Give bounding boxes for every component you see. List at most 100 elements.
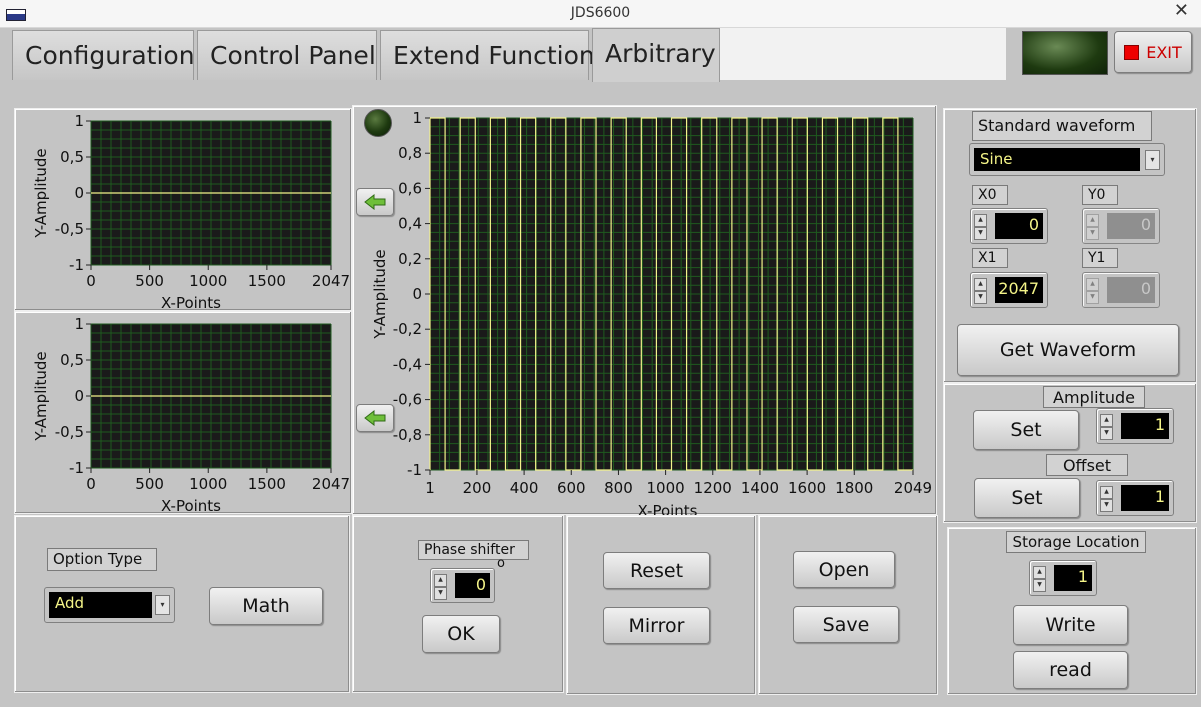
- x-tick-label: 600: [557, 479, 586, 497]
- option-type-select[interactable]: Add ▾: [44, 587, 175, 623]
- y-tick-label: 0,6: [398, 179, 422, 197]
- x0-value[interactable]: 0: [995, 213, 1043, 239]
- amplitude-control[interactable]: ▲ ▼ 1: [1096, 408, 1174, 444]
- spin-up-icon[interactable]: ▲: [434, 574, 447, 587]
- spin-up-icon[interactable]: ▲: [1033, 566, 1046, 579]
- y0-value: 0: [1107, 213, 1155, 239]
- x-tick-label: 1: [425, 479, 435, 497]
- x-tick-label: 2047: [312, 475, 350, 493]
- x-axis-label: X-Points: [638, 502, 698, 516]
- y-tick-label: -0,6: [393, 391, 422, 409]
- spin-down-icon[interactable]: ▼: [1100, 499, 1113, 512]
- x-tick-label: 1000: [647, 479, 685, 497]
- offset-set-button[interactable]: Set: [974, 478, 1080, 518]
- y-tick-label: 1: [74, 112, 84, 130]
- spin-down-icon[interactable]: ▼: [1033, 579, 1046, 592]
- x-tick-label: 1000: [189, 272, 227, 290]
- spin-down-icon[interactable]: ▼: [974, 291, 987, 304]
- x-axis-label: X-Points: [161, 497, 221, 515]
- left-arrow-icon: [364, 410, 386, 426]
- x-axis-label: X-Points: [161, 294, 221, 312]
- y-tick-label: -0,2: [393, 320, 422, 338]
- amplitude-value[interactable]: 1: [1121, 413, 1169, 439]
- standard-waveform-label: Standard waveform: [972, 111, 1152, 141]
- x-tick-label: 0: [86, 475, 96, 493]
- open-button[interactable]: Open: [793, 551, 895, 588]
- copy-top-left-button[interactable]: [356, 188, 394, 216]
- x-tick-label: 1500: [248, 475, 286, 493]
- x-tick-label: 2047: [312, 272, 350, 290]
- offset-label: Offset: [1046, 454, 1128, 476]
- stop-icon: [1124, 44, 1140, 60]
- spin-up-icon: ▲: [1086, 214, 1099, 227]
- tab-extend-function[interactable]: Extend Function: [380, 30, 595, 80]
- y-tick-label: -0,5: [55, 423, 84, 441]
- write-button[interactable]: Write: [1013, 605, 1128, 645]
- file-panel: [758, 515, 938, 695]
- x-tick-label: 0: [86, 272, 96, 290]
- x-tick-label: 400: [510, 479, 539, 497]
- y-axis-label: Y-Amplitude: [371, 249, 389, 339]
- y-tick-label: 0,8: [398, 144, 422, 162]
- tab-configuration[interactable]: Configuration: [12, 30, 195, 80]
- x1-value[interactable]: 2047: [995, 277, 1043, 303]
- x-tick-label: 200: [463, 479, 492, 497]
- spin-up-icon[interactable]: ▲: [974, 278, 987, 291]
- math-button[interactable]: Math: [209, 587, 323, 625]
- spin-down-icon: ▼: [1086, 291, 1099, 304]
- exit-button[interactable]: EXIT: [1114, 31, 1192, 73]
- y-tick-label: -0,4: [393, 355, 422, 373]
- spin-up-icon: ▲: [1086, 278, 1099, 291]
- chevron-down-icon[interactable]: ▾: [1145, 150, 1160, 170]
- offset-control[interactable]: ▲ ▼ 1: [1096, 480, 1174, 516]
- y-tick-label: -1: [69, 459, 84, 477]
- y0-label: Y0: [1082, 185, 1118, 205]
- get-waveform-button[interactable]: Get Waveform: [957, 324, 1179, 376]
- storage-location-value[interactable]: 1: [1054, 565, 1092, 591]
- tab-arbitrary[interactable]: Arbitrary: [592, 28, 720, 82]
- y-tick-label: -0,5: [55, 220, 84, 238]
- spin-down-icon[interactable]: ▼: [434, 587, 447, 600]
- x0-control[interactable]: ▲ ▼ 0: [970, 208, 1048, 244]
- y-tick-label: 0,2: [398, 250, 422, 268]
- phase-shifter-value[interactable]: 0: [455, 573, 490, 598]
- y-tick-label: -1: [407, 461, 422, 479]
- spin-down-icon: ▼: [1086, 227, 1099, 240]
- copy-bottom-left-button[interactable]: [356, 404, 394, 432]
- small-chart-bottom: 10,50-0,5-10 500 1000 1500 2047X-PointsY-Amp…: [32, 315, 350, 515]
- main-chart: 10,80,60,40,20-0,2-0,4-0,6-0,8-11 200 400 6…: [371, 109, 932, 520]
- y-tick-label: 0,4: [398, 215, 422, 233]
- y-tick-label: -1: [69, 256, 84, 274]
- y0-control: ▲ ▼ 0: [1082, 208, 1160, 244]
- x-tick-label: 1000: [189, 475, 227, 493]
- x-tick-label: 1600: [788, 479, 826, 497]
- tab-strip-background: [720, 28, 1006, 80]
- x1-control[interactable]: ▲ ▼ 2047: [970, 272, 1048, 308]
- y-tick-label: 0,5: [60, 148, 84, 166]
- option-type-value: Add: [49, 592, 152, 618]
- x-tick-label: 500: [135, 475, 164, 493]
- save-button[interactable]: Save: [793, 606, 899, 643]
- y-tick-label: 0: [74, 184, 84, 202]
- main-chart-panel: 1 0,8 0,6 0,4 0,2 0 -0,2 -0,4 -0,6 -0,8 -1 1 200 400 6…: [352, 105, 937, 520]
- reset-button[interactable]: Reset: [603, 552, 710, 589]
- y1-control: ▲ ▼ 0: [1082, 272, 1160, 308]
- spin-down-icon[interactable]: ▼: [974, 227, 987, 240]
- mirror-button[interactable]: Mirror: [603, 607, 710, 644]
- storage-location-control[interactable]: ▲ ▼ 1: [1029, 560, 1097, 596]
- x-tick-label: 800: [604, 479, 633, 497]
- read-button[interactable]: read: [1013, 651, 1128, 689]
- close-icon[interactable]: ✕: [1174, 0, 1189, 21]
- spin-up-icon[interactable]: ▲: [1100, 486, 1113, 499]
- phase-shifter-control[interactable]: ▲ ▼ 0: [430, 568, 495, 603]
- offset-value[interactable]: 1: [1121, 485, 1169, 511]
- x-tick-label: 2049: [894, 479, 932, 497]
- tab-control-panel[interactable]: Control Panel: [197, 30, 377, 80]
- spin-up-icon[interactable]: ▲: [1100, 414, 1113, 427]
- amplitude-set-button[interactable]: Set: [973, 410, 1079, 450]
- phase-ok-button[interactable]: OK: [422, 615, 500, 653]
- chevron-down-icon[interactable]: ▾: [155, 595, 170, 615]
- spin-up-icon[interactable]: ▲: [974, 214, 987, 227]
- spin-down-icon[interactable]: ▼: [1100, 427, 1113, 440]
- standard-waveform-select[interactable]: Sine ▾: [969, 143, 1165, 176]
